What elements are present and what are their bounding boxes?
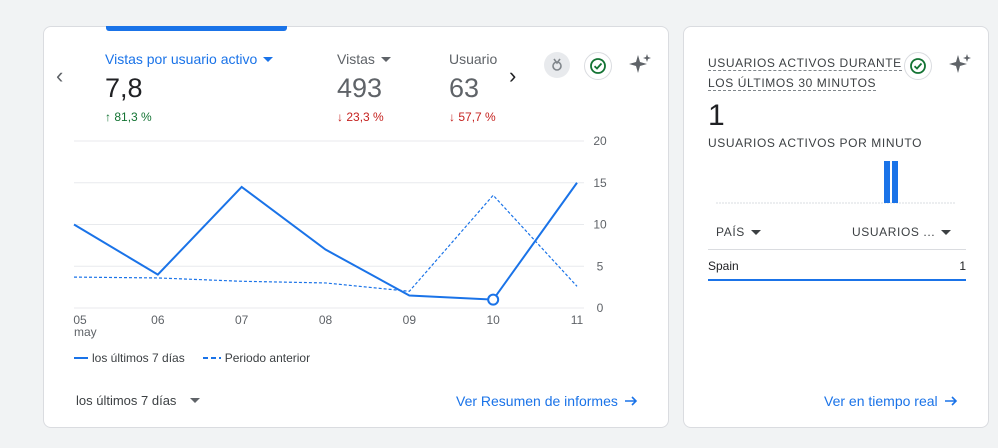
sparkle-icon[interactable] <box>947 51 973 77</box>
hover-point <box>487 293 500 306</box>
per-minute-bar-chart <box>716 161 956 204</box>
y-tick-label: 15 <box>593 176 607 190</box>
x-tick-label: 07 <box>235 313 249 327</box>
x-tick-label: 11 <box>571 313 584 327</box>
row-country: Spain <box>708 259 739 273</box>
row-bar <box>708 279 966 281</box>
y-tick-label: 5 <box>597 259 604 273</box>
minute-bar <box>892 161 898 203</box>
series-current-line <box>73 182 578 301</box>
view-reports-link[interactable]: Ver Resumen de informes <box>456 393 638 409</box>
x-tick-label: 10 <box>486 313 500 327</box>
x-tick-label: 08 <box>319 313 333 327</box>
realtime-card: USUARIOS ACTIVOS DURANTE LOS ÚLTIMOS 30 … <box>683 26 989 428</box>
overview-card: ‹ Vistas por usuario activo 7,8 ↑ 81,3 %… <box>43 26 669 428</box>
date-range-label: los últimos 7 días <box>76 393 177 408</box>
divider <box>708 249 966 250</box>
caret-down-icon <box>941 229 952 235</box>
y-tick-label: 10 <box>593 218 607 232</box>
realtime-title[interactable]: USUARIOS ACTIVOS DURANTE LOS ÚLTIMOS 30 … <box>708 53 902 93</box>
view-realtime-link[interactable]: Ver en tiempo real <box>824 393 958 409</box>
x-tick-sublabel: may <box>74 325 97 339</box>
chart-legend: los últimos 7 días Periodo anterior <box>74 351 310 365</box>
realtime-subtitle: USUARIOS ACTIVOS POR MINUTO <box>708 136 923 150</box>
table-row: Spain 1 <box>708 259 966 273</box>
date-range-selector[interactable]: los últimos 7 días <box>76 393 201 408</box>
line-chart: 2015105005 06 07 08 09 10 11may <box>73 134 607 339</box>
check-circle-icon[interactable] <box>904 52 932 80</box>
caret-down-icon <box>750 229 761 235</box>
caret-down-icon <box>190 398 201 403</box>
legend-previous: Periodo anterior <box>202 351 311 365</box>
x-tick-label: 06 <box>151 313 165 327</box>
realtime-value: 1 <box>708 99 725 132</box>
arrow-right-icon <box>624 396 637 406</box>
minute-bar <box>884 161 890 203</box>
col-header-users[interactable]: USUARIOS ... <box>852 225 952 239</box>
arrow-right-icon <box>944 396 957 406</box>
legend-current: los últimos 7 días <box>74 351 185 365</box>
y-tick-label: 20 <box>593 134 607 148</box>
x-tick-label: 09 <box>403 313 417 327</box>
y-tick-label: 0 <box>597 301 604 315</box>
series-previous-line <box>73 194 578 292</box>
row-users: 1 <box>959 259 966 273</box>
col-header-country[interactable]: PAÍS <box>716 225 761 239</box>
